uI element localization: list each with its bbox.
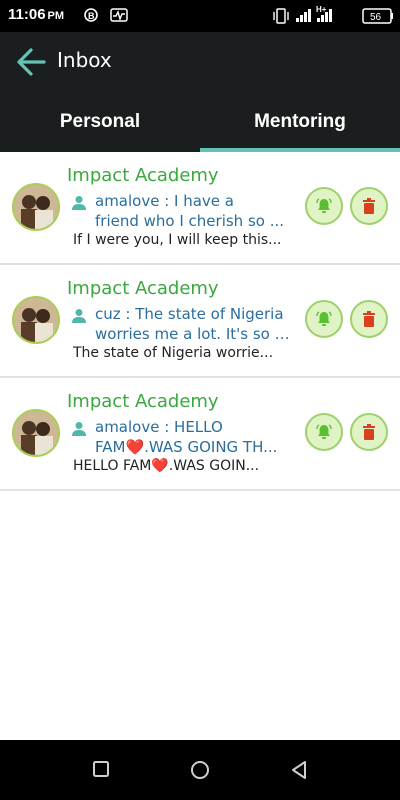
page-title: Inbox [57,48,112,72]
bell-icon [316,424,332,439]
item-title: Impact Academy [67,165,219,186]
status-bar: 11:06 PM B H+ 56 [0,0,400,32]
app-bar: Inbox Personal Mentoring [0,32,400,152]
delete-button[interactable] [350,300,388,338]
back-arrow-icon[interactable] [14,46,48,78]
message-list: Impact Academy amalove : I have a friend… [0,152,400,491]
recent-apps-icon[interactable] [92,760,110,778]
status-time: 11:06 PM [8,6,65,23]
item-preview: amalove : I have a friend who I cherish … [95,192,285,230]
item-title: Impact Academy [67,391,219,412]
tab-mentoring[interactable]: Mentoring [200,92,400,152]
person-icon [72,422,86,436]
person-icon [72,196,86,210]
svg-text:B: B [88,11,95,21]
activity-icon [110,8,128,22]
signal-icon [296,9,311,22]
notify-button[interactable] [305,187,343,225]
system-nav-bar [0,740,400,800]
bell-icon [316,198,332,213]
vibrate-icon [273,8,289,24]
delete-button[interactable] [350,187,388,225]
home-icon[interactable] [190,760,210,780]
item-preview: cuz : The state of Nigeria worries me a … [95,305,295,343]
battery-icon: 56 [362,8,393,24]
item-subtext: HELLO FAM❤️.WAS GOIN... [73,458,260,474]
item-subtext: The state of Nigeria worrie... [73,345,274,361]
trash-icon [363,311,375,327]
network-type-icon: H+ [316,5,332,22]
svg-text:56: 56 [370,12,382,23]
notify-button[interactable] [305,413,343,451]
person-icon [72,309,86,323]
avatar [12,296,60,344]
avatar [12,409,60,457]
bbm-icon: B [84,8,98,22]
list-item[interactable]: Impact Academy cuz : The state of Nigeri… [0,265,400,378]
tab-personal[interactable]: Personal [0,92,200,152]
notify-button[interactable] [305,300,343,338]
item-title: Impact Academy [67,278,219,299]
list-item[interactable]: Impact Academy amalove : HELLO FAM❤️.WAS… [0,378,400,491]
back-icon[interactable] [290,760,308,780]
item-preview: amalove : HELLO FAM❤️.WAS GOING TH... [95,418,278,456]
item-subtext: If I were you, I will keep this... [73,232,282,248]
avatar [12,183,60,231]
trash-icon [363,198,375,214]
bell-icon [316,311,332,326]
trash-icon [363,424,375,440]
list-item[interactable]: Impact Academy amalove : I have a friend… [0,152,400,265]
delete-button[interactable] [350,413,388,451]
